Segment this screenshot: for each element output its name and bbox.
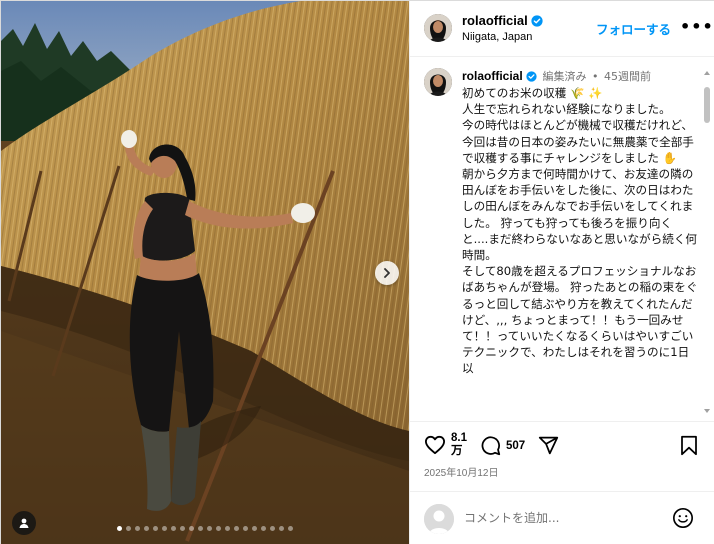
- chevron-right-icon: [384, 268, 390, 278]
- post-date[interactable]: 2025年10月12日: [424, 464, 499, 479]
- photo-illustration: [1, 1, 409, 544]
- verified-badge-icon: [526, 71, 537, 82]
- carousel-dot: [252, 526, 257, 531]
- username-text[interactable]: rolaofficial: [462, 13, 528, 28]
- carousel-dot: [153, 526, 158, 531]
- scroll-up-arrow-icon[interactable]: [704, 71, 710, 75]
- avatar-image: [424, 14, 452, 42]
- carousel-dot: [162, 526, 167, 531]
- carousel-dot: [288, 526, 293, 531]
- caption-username[interactable]: rolaofficial: [462, 69, 523, 83]
- avatar[interactable]: [424, 14, 452, 42]
- post-dialog: rolaofficial Niigata, Japan フォローする ••• r…: [0, 0, 714, 544]
- carousel-dot: [198, 526, 203, 531]
- carousel-dot: [171, 526, 176, 531]
- like-button[interactable]: [424, 435, 446, 459]
- verified-badge-icon: [531, 15, 543, 27]
- post-side-panel: rolaofficial Niigata, Japan フォローする ••• r…: [409, 1, 714, 544]
- carousel-next-button[interactable]: [375, 261, 399, 285]
- caption-text: 初めてのお米の収穫 🌾 ✨ 人生で忘れられない経験になりました。 今の時代はほと…: [462, 86, 698, 376]
- carousel-dot: [180, 526, 185, 531]
- location-link[interactable]: Niigata, Japan: [462, 31, 532, 43]
- follow-button[interactable]: フォローする: [596, 19, 671, 38]
- username[interactable]: rolaofficial: [462, 13, 543, 28]
- scrollbar-thumb[interactable]: [704, 87, 710, 123]
- carousel-dot: [279, 526, 284, 531]
- carousel-dot: [261, 526, 266, 531]
- save-button[interactable]: [680, 435, 698, 460]
- carousel-dot: [234, 526, 239, 531]
- comment-input[interactable]: コメントを追加...: [464, 509, 559, 526]
- edited-label: 編集済み: [542, 70, 587, 83]
- carousel-dot: [207, 526, 212, 531]
- carousel-dot: [135, 526, 140, 531]
- carousel-dot: [189, 526, 194, 531]
- carousel-dot: [126, 526, 131, 531]
- action-bar: 8.1 万 507 2025年10月12日: [410, 421, 714, 491]
- post-header: rolaofficial Niigata, Japan フォローする •••: [410, 1, 714, 57]
- caption-scrollbar[interactable]: [704, 71, 710, 417]
- caption-section: rolaofficial 編集済み • 45週間前 初めてのお米の収穫 🌾 ✨ …: [410, 58, 714, 420]
- emoji-icon: [673, 508, 693, 528]
- scroll-down-arrow-icon[interactable]: [704, 409, 710, 413]
- carousel-dot: [225, 526, 230, 531]
- comment-button[interactable]: [480, 435, 501, 460]
- post-photo[interactable]: [1, 1, 409, 544]
- caption-header: rolaofficial 編集済み • 45週間前: [462, 68, 651, 84]
- more-options-button[interactable]: •••: [680, 17, 714, 36]
- emoji-button[interactable]: [672, 507, 694, 533]
- heart-icon: [424, 435, 445, 455]
- share-icon: [538, 436, 559, 455]
- user-tag-button[interactable]: [12, 511, 36, 535]
- carousel-dot: [270, 526, 275, 531]
- carousel-dot: [144, 526, 149, 531]
- time-ago[interactable]: 45週間前: [604, 70, 651, 83]
- carousel-dots: [1, 526, 409, 531]
- share-button[interactable]: [538, 435, 559, 460]
- comment-count[interactable]: 507: [506, 440, 525, 453]
- current-user-avatar: [424, 504, 454, 534]
- avatar-image: [424, 68, 452, 96]
- carousel-dot: [216, 526, 221, 531]
- default-avatar-icon: [424, 504, 454, 534]
- carousel-dot: [243, 526, 248, 531]
- caption-avatar[interactable]: [424, 68, 452, 96]
- bookmark-icon: [681, 435, 697, 456]
- carousel-dot: [117, 526, 122, 531]
- meta-separator: •: [588, 70, 602, 83]
- like-count[interactable]: 8.1 万: [451, 432, 467, 458]
- comment-composer: コメントを追加...: [410, 491, 714, 544]
- comment-icon: [481, 436, 501, 456]
